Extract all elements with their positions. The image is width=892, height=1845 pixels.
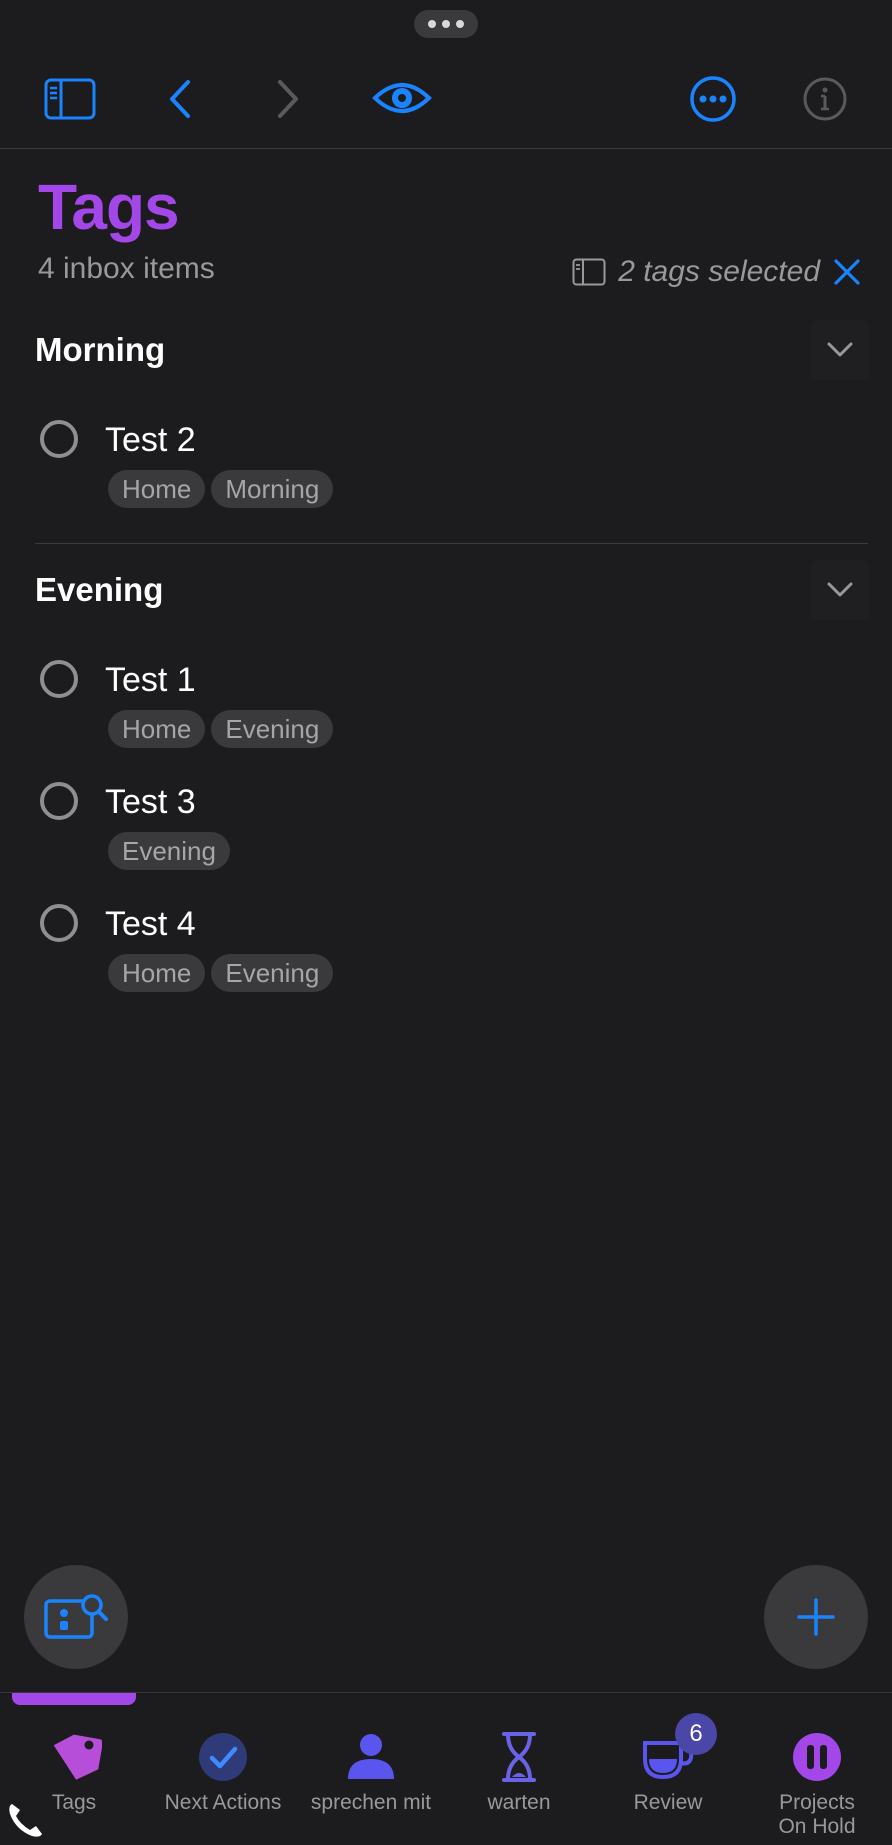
task-row[interactable]: Test 1 Home Evening — [38, 658, 858, 768]
window-grabber[interactable] — [414, 10, 478, 38]
tab-bar: Tags Next Actions sprechen mit warten 6 … — [0, 1692, 892, 1845]
info-button[interactable] — [800, 74, 850, 124]
forward-button[interactable] — [268, 74, 308, 124]
tab-label: Projects On Hold — [778, 1791, 856, 1838]
task-checkbox[interactable] — [40, 782, 78, 820]
tags-selected-indicator: 2 tags selected — [572, 252, 862, 292]
more-circle-icon — [690, 76, 736, 122]
tab-sprechen-mit[interactable]: sprechen mit — [296, 1693, 446, 1845]
tab-label: Next Actions — [164, 1791, 282, 1814]
chevron-down-icon — [827, 342, 853, 357]
sidebar-toggle-button[interactable] — [40, 74, 100, 124]
inbox-count: 4 inbox items — [38, 252, 215, 285]
toolbar-divider — [0, 148, 892, 149]
tag-chip[interactable]: Home — [108, 954, 206, 992]
section-divider — [35, 543, 868, 544]
section-title: Evening — [35, 571, 164, 608]
back-button[interactable] — [160, 74, 200, 124]
back-chevron-icon — [170, 80, 190, 118]
sidebar-small-icon — [572, 258, 606, 286]
task-tags: Home Evening — [108, 710, 334, 748]
forward-chevron-icon — [278, 80, 298, 118]
tag-chip[interactable]: Evening — [211, 710, 334, 748]
checkmark-circle-icon — [199, 1733, 247, 1781]
task-title: Test 1 — [105, 661, 196, 699]
eye-icon — [372, 83, 432, 113]
task-tags: Home Evening — [108, 954, 334, 992]
tab-projects-on-hold[interactable]: Projects On Hold — [742, 1693, 892, 1845]
pause-circle-icon — [793, 1733, 841, 1781]
hourglass-icon — [502, 1732, 536, 1782]
tab-next-actions[interactable]: Next Actions — [148, 1693, 298, 1845]
task-row[interactable]: Test 4 Home Evening — [38, 902, 858, 1012]
page-title: Tags — [38, 171, 180, 243]
section-header-morning[interactable]: Morning — [35, 320, 870, 380]
phone-icon — [9, 1804, 43, 1837]
tab-label: warten — [487, 1791, 551, 1814]
more-button[interactable] — [688, 74, 738, 124]
tab-label: Review — [633, 1791, 703, 1814]
plus-icon — [797, 1598, 835, 1636]
section-header-evening[interactable]: Evening — [35, 560, 870, 620]
task-row[interactable]: Test 2 Home Morning — [38, 418, 858, 528]
quick-open-button[interactable] — [24, 1565, 128, 1669]
tab-warten[interactable]: warten — [444, 1693, 594, 1845]
task-title: Test 3 — [105, 783, 196, 821]
tag-chip[interactable]: Home — [108, 710, 206, 748]
collapse-button[interactable] — [810, 560, 870, 620]
task-checkbox[interactable] — [40, 420, 78, 458]
sidebar-icon — [44, 78, 96, 120]
clear-selection-icon[interactable] — [832, 257, 862, 287]
collapse-button[interactable] — [810, 320, 870, 380]
tab-review[interactable]: 6 Review — [593, 1693, 743, 1845]
task-row[interactable]: Test 3 Evening — [38, 780, 858, 890]
section-title: Morning — [35, 331, 166, 368]
add-task-button[interactable] — [764, 1565, 868, 1669]
review-count-badge: 6 — [675, 1713, 717, 1755]
perspective-search-icon — [44, 1594, 108, 1639]
view-options-button[interactable] — [370, 72, 434, 124]
task-checkbox[interactable] — [40, 904, 78, 942]
person-icon — [348, 1734, 394, 1779]
task-tags: Home Morning — [108, 470, 334, 508]
tags-selected-label: 2 tags selected — [618, 255, 820, 288]
tag-chip[interactable]: Morning — [211, 470, 334, 508]
tag-chip[interactable]: Evening — [108, 832, 230, 870]
tag-icon — [53, 1734, 102, 1780]
tab-label: sprechen mit — [310, 1791, 432, 1814]
chevron-down-icon — [827, 582, 853, 597]
task-tags: Evening — [108, 832, 230, 870]
task-title: Test 4 — [105, 905, 196, 943]
tag-chip[interactable]: Home — [108, 470, 206, 508]
info-icon — [803, 77, 847, 121]
task-title: Test 2 — [105, 421, 196, 459]
task-checkbox[interactable] — [40, 660, 78, 698]
tag-chip[interactable]: Evening — [211, 954, 334, 992]
tab-label: Tags — [51, 1791, 97, 1814]
